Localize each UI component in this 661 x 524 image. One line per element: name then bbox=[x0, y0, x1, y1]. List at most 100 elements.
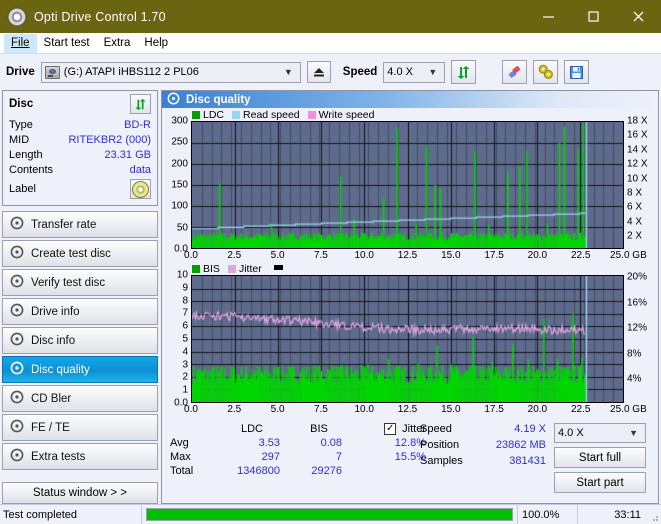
axis-tick-label: 1 bbox=[182, 384, 188, 396]
legend-read-speed: Read speed bbox=[232, 109, 300, 121]
axis-tick-label: 10.0 bbox=[354, 404, 374, 415]
disc-icon bbox=[8, 7, 26, 26]
sidebar-item-cd-bler[interactable]: CD Bler bbox=[2, 385, 158, 412]
menu-help-label: Help bbox=[144, 36, 169, 49]
axis-tick-label: 3 bbox=[182, 359, 188, 371]
sidebar-item-disc-info[interactable]: Disc info bbox=[2, 327, 158, 354]
stats-table: LDC BIS ✓ Jitter Avg 3.53 0.08 12.8% Max… bbox=[170, 423, 426, 493]
chevron-down-icon: ▼ bbox=[428, 67, 438, 77]
axis-tick-label: 8% bbox=[627, 348, 642, 359]
disc-length-value: 23.31 GB bbox=[104, 149, 151, 161]
start-part-button[interactable]: Start part bbox=[554, 472, 646, 493]
disc-refresh-button[interactable] bbox=[130, 94, 151, 114]
legend-label-ldc: LDC bbox=[203, 109, 225, 121]
progress-fill bbox=[147, 509, 512, 520]
legend-swatch-write-speed bbox=[307, 111, 316, 119]
axis-tick-label: 22.5 bbox=[570, 250, 591, 261]
sidebar-label: Create test disc bbox=[31, 247, 111, 260]
axis-tick-label: 15.0 bbox=[441, 250, 461, 261]
progress-bar bbox=[146, 508, 513, 521]
refresh-button[interactable] bbox=[451, 60, 477, 84]
status-window-label: Status window > > bbox=[33, 487, 127, 499]
menu-file[interactable]: File bbox=[4, 33, 37, 53]
status-window-button[interactable]: Status window > > bbox=[2, 482, 158, 504]
axis-tick-label: 12.5 bbox=[397, 250, 418, 261]
axis-tick-label: 16 X bbox=[627, 129, 648, 141]
disc-type-value: BD-R bbox=[124, 119, 151, 131]
sidebar-item-create-test-disc[interactable]: Create test disc bbox=[2, 240, 158, 267]
disc-icon bbox=[10, 274, 24, 291]
erase-button[interactable] bbox=[502, 60, 528, 84]
drive-select[interactable]: (G:) ATAPI iHBS112 2 PL06 ▼ bbox=[40, 61, 301, 83]
app-window: Opti Drive Control 1.70 File Start test … bbox=[0, 0, 661, 524]
sidebar-label: CD Bler bbox=[31, 392, 72, 405]
jitter-checkmark: ✓ bbox=[385, 423, 395, 434]
axis-tick-label: 6 X bbox=[627, 201, 643, 213]
stats-max-jitter: 15.5% bbox=[394, 451, 426, 463]
legend-label-bis: BIS bbox=[203, 263, 220, 275]
ldc-plot-wrap: 300 250 200 150 100 50 0.0 18 X 16 X 14 X 12 X 10 … bbox=[164, 116, 656, 255]
stats-row-avg-label: Avg bbox=[170, 437, 189, 449]
sidebar-item-disc-quality[interactable]: Disc quality bbox=[2, 356, 158, 383]
tools-button[interactable] bbox=[533, 60, 559, 84]
stats-spacer bbox=[350, 423, 364, 435]
menu-bar: File Start test Extra Help bbox=[0, 33, 661, 53]
axis-tick-label: 20.0 bbox=[527, 404, 548, 415]
disc-row-mid: MID RITEKBR2 (000) bbox=[9, 133, 151, 148]
disc-label-button[interactable] bbox=[130, 179, 151, 199]
axis-tick-label: 0.0 bbox=[184, 404, 198, 415]
bis-plot-area bbox=[191, 275, 624, 403]
ldc-x-axis: 0.0 2.5 5.0 7.5 10.0 12.5 15.0 17.5 20.0 22.5 25.0… bbox=[184, 249, 647, 263]
menu-extra-label: Extra bbox=[103, 36, 131, 49]
sidebar-label: Drive info bbox=[31, 305, 80, 318]
jitter-checkbox[interactable]: ✓ bbox=[384, 423, 397, 435]
eject-button[interactable] bbox=[306, 61, 331, 83]
close-button[interactable] bbox=[616, 0, 661, 33]
minimize-button[interactable] bbox=[526, 0, 571, 33]
axis-tick-label: 2.5 bbox=[227, 250, 242, 261]
axis-tick-label: 18 X bbox=[627, 115, 648, 127]
axis-tick-label: 5 bbox=[182, 333, 188, 345]
test-speed-select[interactable]: 4.0 X ▼ bbox=[554, 423, 646, 443]
save-button[interactable] bbox=[564, 60, 590, 84]
start-full-label: Start full bbox=[578, 451, 622, 464]
axis-tick-label: 17.5 bbox=[484, 404, 504, 415]
bis-y-axis-left: 10 9 8 7 6 5 4 3 2 1 0.0 bbox=[164, 270, 191, 409]
legend-label-write-speed: Write speed bbox=[318, 109, 375, 121]
disc-contents-key: Contents bbox=[9, 164, 54, 176]
stats-total-jitter bbox=[364, 465, 426, 477]
sidebar-item-drive-info[interactable]: Drive info bbox=[2, 298, 158, 325]
status-message: Test completed bbox=[0, 505, 142, 524]
sidebar-item-extra-tests[interactable]: Extra tests bbox=[2, 443, 158, 470]
stats-right: Speed 4.19 X Position 23862 MB Samples 3… bbox=[420, 423, 654, 493]
menu-start-test[interactable]: Start test bbox=[37, 34, 97, 53]
window-controls bbox=[526, 0, 661, 33]
sidebar-item-transfer-rate[interactable]: Transfer rate bbox=[2, 211, 158, 238]
menu-extra[interactable]: Extra bbox=[97, 34, 138, 53]
axis-tick-label: 2.5 bbox=[227, 404, 242, 415]
sidebar-label: Transfer rate bbox=[31, 218, 97, 231]
speed-select[interactable]: 4.0 X ▼ bbox=[383, 61, 446, 83]
resize-grip[interactable] bbox=[649, 505, 661, 524]
stats-max-bis: 7 bbox=[335, 451, 342, 463]
run-buttons: 4.0 X ▼ Start full Start part bbox=[554, 423, 646, 493]
axis-tick-label: 20% bbox=[627, 271, 648, 283]
stats-spacer bbox=[350, 465, 364, 477]
menu-file-label: File bbox=[11, 36, 30, 49]
legend-swatch-bis bbox=[192, 265, 200, 273]
sidebar-item-fe-te[interactable]: FE / TE bbox=[2, 414, 158, 441]
disc-info-header: Disc bbox=[9, 94, 151, 114]
stats-avg-jitter: 12.8% bbox=[394, 437, 426, 449]
title-bar: Opti Drive Control 1.70 bbox=[0, 0, 661, 33]
legend-swatch-jitter bbox=[227, 265, 236, 273]
status-bar: Test completed 100.0% 33:11 bbox=[0, 504, 661, 524]
maximize-button[interactable] bbox=[571, 0, 616, 33]
disc-icon bbox=[10, 332, 24, 349]
legend-swatch-read-speed bbox=[232, 111, 241, 119]
disc-icon bbox=[10, 361, 24, 378]
menu-help[interactable]: Help bbox=[137, 34, 175, 53]
sidebar-item-verify-test-disc[interactable]: Verify test disc bbox=[2, 269, 158, 296]
test-speed-value: 4.0 X bbox=[558, 427, 584, 439]
stats-row-total-label: Total bbox=[170, 465, 194, 477]
start-full-button[interactable]: Start full bbox=[554, 447, 646, 468]
